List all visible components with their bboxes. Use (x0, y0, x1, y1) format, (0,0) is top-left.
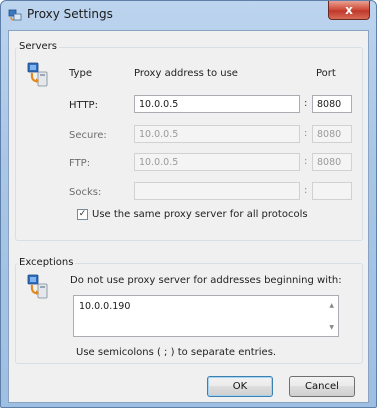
ftp-address-input[interactable] (134, 153, 300, 171)
http-address-input[interactable] (134, 95, 300, 113)
exceptions-group-label: Exceptions (17, 257, 76, 268)
network-settings-icon (8, 9, 22, 21)
secure-port-input[interactable] (312, 125, 352, 143)
port-column-header: Port (316, 68, 336, 79)
secure-address-input[interactable] (134, 125, 300, 143)
socks-port-input[interactable] (312, 182, 352, 200)
window-title: Proxy Settings (27, 7, 113, 21)
ok-button[interactable]: OK (207, 376, 273, 397)
ftp-label: FTP: (69, 158, 91, 169)
type-column-header: Type (69, 68, 92, 79)
close-button[interactable]: x (328, 1, 370, 20)
http-port-input[interactable] (312, 95, 352, 113)
socks-colon: : (304, 185, 308, 196)
secure-label: Secure: (69, 130, 107, 141)
socks-address-input[interactable] (134, 182, 300, 200)
close-icon: x (345, 3, 353, 17)
same-proxy-checkbox[interactable]: ✓ (77, 209, 88, 220)
ftp-colon: : (304, 156, 308, 167)
secure-colon: : (304, 128, 308, 139)
network-computer-icon (27, 62, 48, 87)
address-column-header: Proxy address to use (134, 68, 238, 79)
servers-group-label: Servers (17, 41, 60, 52)
title-bar[interactable]: Proxy Settings x (1, 1, 376, 29)
exceptions-textarea[interactable]: 10.0.0.190 ▲ ▼ (73, 295, 339, 337)
ftp-port-input[interactable] (312, 153, 352, 171)
network-computer-icon (27, 274, 48, 299)
cancel-button[interactable]: Cancel (289, 376, 355, 397)
socks-label: Socks: (69, 187, 102, 198)
checkmark-icon: ✓ (78, 209, 87, 219)
exceptions-hint: Use semicolons ( ; ) to separate entries… (76, 347, 277, 358)
dialog-client: Servers Type Proxy address to use Port H… (8, 30, 369, 403)
same-proxy-label[interactable]: Use the same proxy server for all protoc… (92, 209, 308, 220)
http-colon: : (304, 98, 308, 109)
http-label: HTTP: (69, 100, 98, 111)
scroll-down-icon[interactable]: ▼ (329, 324, 334, 331)
scroll-up-icon[interactable]: ▲ (329, 302, 334, 309)
exceptions-value: 10.0.0.190 (79, 301, 131, 312)
exceptions-description: Do not use proxy server for addresses be… (70, 275, 342, 286)
proxy-settings-window: Proxy Settings x Servers Type Proxy addr… (0, 0, 377, 408)
